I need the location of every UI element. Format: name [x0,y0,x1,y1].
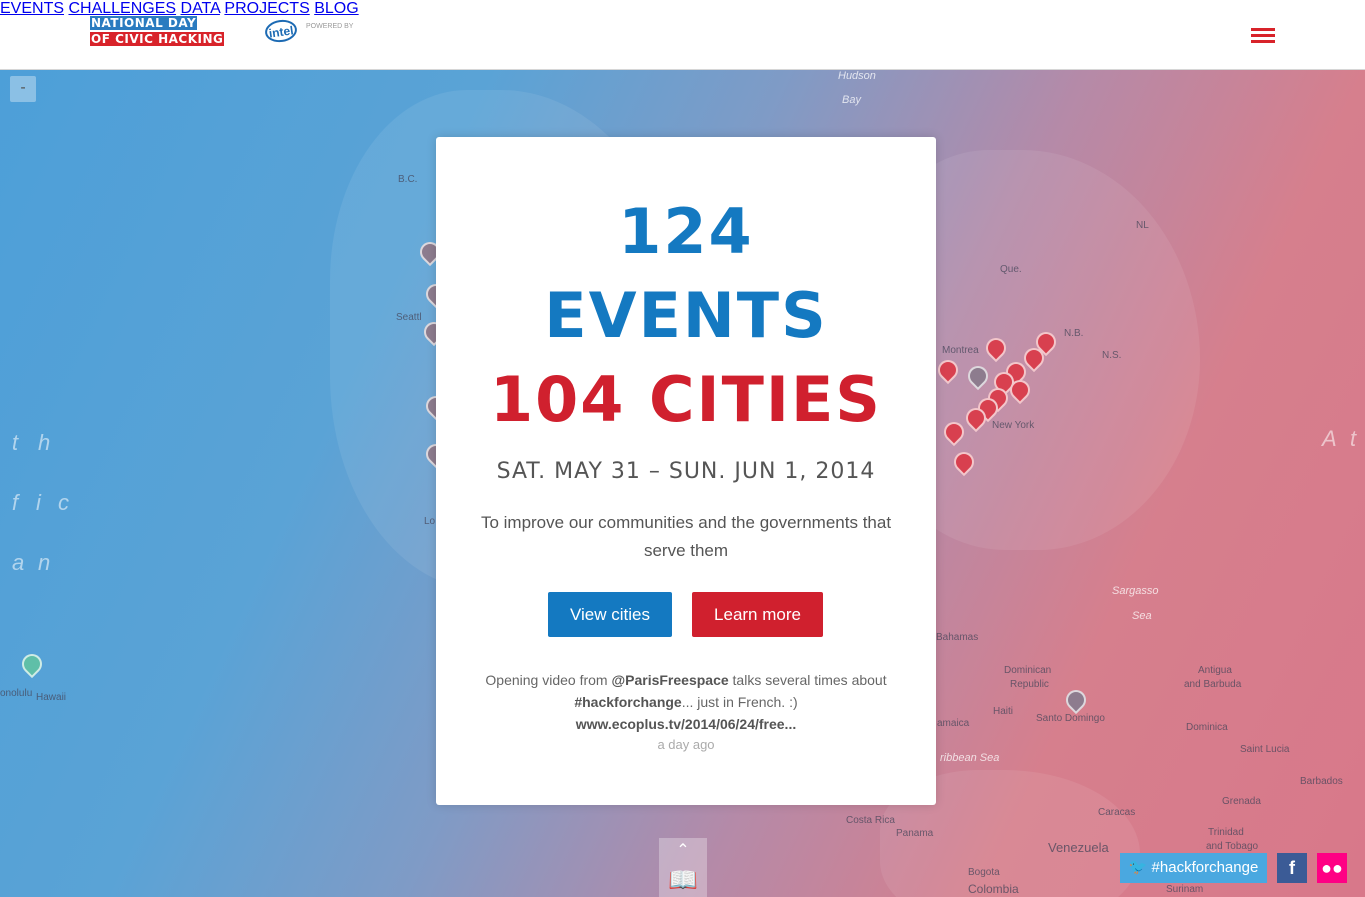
nav-events[interactable]: EVENTS [0,0,64,17]
tweet-hashtag-link[interactable]: #hackforchange [574,694,681,710]
flickr-button[interactable]: ●● [1317,853,1347,883]
tagline: To improve our communities and the gover… [480,513,892,560]
nav-blog[interactable]: BLOG [314,0,358,17]
map-label: Bay [842,94,861,106]
map-label: Hudson [838,70,876,82]
map-label: Lo [424,516,436,527]
event-dates: SAT. MAY 31 – SUN. JUN 1, 2014 [496,459,876,484]
map-label: Santo Domingo [1036,713,1105,724]
map-label: Saint Lucia [1240,744,1290,755]
ocean-label: f [12,490,31,515]
nav-data[interactable]: DATA [181,0,220,17]
events-label: EVENTS [544,279,828,352]
map-label: Caracas [1098,807,1136,818]
hamburger-icon[interactable] [1251,28,1275,44]
ocean-label: A [1322,426,1349,451]
powered-by-caption: POWERED BY [306,23,354,30]
tweet-timestamp: a day ago [657,737,715,752]
map-label: Republic [1010,679,1049,690]
twitter-icon: 🐦 [1128,859,1148,876]
logo-line-2: OF CIVIC HACKING [90,32,225,46]
map-label: Surinam [1166,884,1204,895]
map-label: B.C. [398,174,418,185]
site-header: NATIONAL DAY OF CIVIC HACKING intel POWE… [0,0,1365,70]
events-count: 124 [618,195,754,268]
map-label: New York [992,420,1035,431]
map-label: NL [1136,220,1149,231]
ocean-label: i [36,490,53,515]
map-label: Barbados [1300,776,1343,787]
tweet-url-link[interactable]: www.ecoplus.tv/2014/06/24/free... [576,716,796,732]
intel-logo-icon: intel [263,17,299,45]
view-cities-button[interactable]: View cities [548,592,672,637]
map-label: ribbean Sea [940,752,1000,764]
map-label: Trinidad [1208,827,1244,838]
map-label: Colombia [968,882,1019,896]
map-label: Grenada [1222,796,1261,807]
latest-tweet: Opening video from @ParisFreespace talks… [485,672,887,732]
map-label: Seattl [396,312,422,323]
map-label: Venezuela [1048,840,1109,855]
map-label: Que. [1000,264,1022,275]
nav-challenges[interactable]: CHALLENGES [68,0,176,17]
facebook-button[interactable]: f [1277,853,1307,883]
ocean-label: t [12,430,31,455]
map-label: amaica [937,718,970,729]
ocean-label: c [58,490,81,515]
cities-label: 104 CITIES [490,363,882,436]
map-label: N.S. [1102,350,1122,361]
map-label: Antigua [1198,665,1232,676]
map-toggle-tab[interactable]: ⌃ 📖 [659,838,707,897]
learn-more-button[interactable]: Learn more [692,592,823,637]
logo[interactable]: NATIONAL DAY OF CIVIC HACKING [90,16,244,46]
map-label: Montrea [942,345,979,356]
event-pin[interactable] [17,649,47,679]
ocean-label: n [38,550,63,575]
map-label: Sea [1132,610,1152,622]
map-label: and Tobago [1206,841,1259,852]
map-label: Bogota [968,867,1000,878]
map-label: N.B. [1064,328,1084,339]
chevron-up-icon: ⌃ [676,842,690,859]
map-label: Panama [896,828,934,839]
ocean-label: h [38,430,63,455]
map-label: Bahamas [936,632,979,643]
map-label: onolulu [0,688,33,699]
ocean-label: t [1350,426,1365,452]
map-icon: 📖 [668,867,698,894]
twitter-hashtag-button[interactable]: 🐦 #hackforchange [1120,853,1267,883]
nav-projects[interactable]: PROJECTS [224,0,309,17]
map-label: and Barbuda [1184,679,1242,690]
map-label: Sargasso [1112,585,1159,597]
map-label: Haiti [993,706,1014,717]
map-label: Costa Rica [846,815,895,826]
summary-card: 124 EVENTS 104 CITIES SAT. MAY 31 – SUN.… [436,137,936,805]
map-label: Dominican [1004,665,1052,676]
tweet-handle-link[interactable]: @ParisFreespace [611,672,728,688]
map-label: Hawaii [36,692,67,703]
event-pin[interactable] [1061,685,1091,715]
ocean-label: a [12,550,37,575]
sponsor-logo[interactable]: intel POWERED BY [263,17,353,45]
logo-line-1: NATIONAL DAY [90,16,198,30]
zoom-out-button[interactable]: - [10,76,36,102]
map-label: Dominica [1186,722,1228,733]
